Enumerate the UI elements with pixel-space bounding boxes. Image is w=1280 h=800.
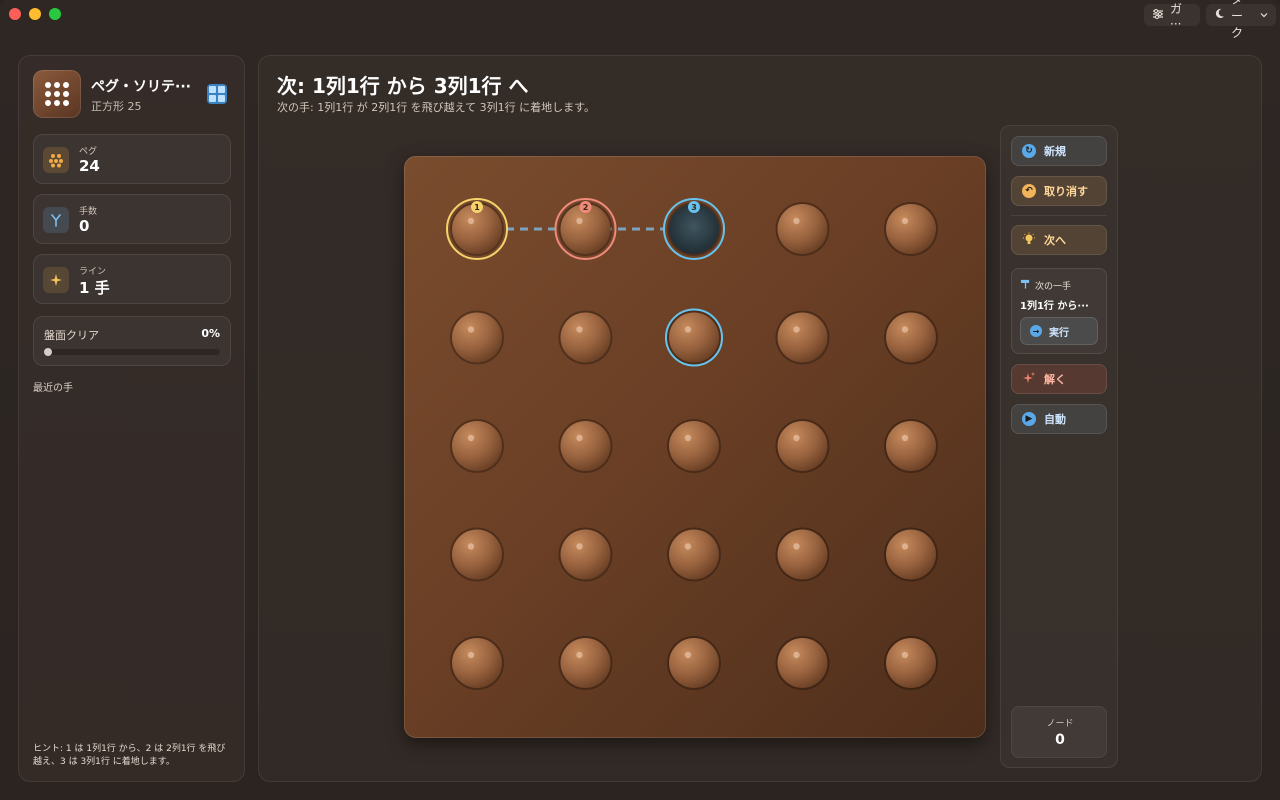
sidebar: ペグ・ソリテ··· 正方形 25 ペグ 24 手数 0 ライン 1 手 盤面クリ…: [18, 55, 245, 782]
controls-panel: ↻ 新規 ↶ 取り消す 次へ 次の一手 1列1行 から··· → 実行 解く ▶…: [1000, 125, 1118, 768]
display-settings-label: ガ···: [1170, 1, 1183, 31]
stat-card-line: ライン 1 手: [33, 254, 231, 304]
display-settings-button[interactable]: ガ···: [1144, 2, 1200, 31]
solve-button[interactable]: 解く: [1011, 364, 1107, 394]
play-icon: ▶: [1022, 412, 1036, 426]
main-panel: 次: 1列1行 から 3列1行 へ 次の手: 1列1行 が 2列1行 を飛び越え…: [258, 55, 1262, 782]
close-window-button[interactable]: [9, 8, 21, 20]
stat-card-pegs: ペグ 24: [33, 134, 231, 184]
maximize-window-button[interactable]: [49, 8, 61, 20]
peg[interactable]: [667, 310, 721, 365]
peg[interactable]: [884, 636, 938, 690]
undo-icon: ↶: [1022, 184, 1036, 198]
execute-label: 実行: [1049, 327, 1069, 339]
next-move-card-header: 次の一手: [1020, 278, 1071, 292]
hint-text: ヒント: 1 は 1列1行 から、2 は 2列1行 を飛び越え、3 は 3列1行…: [33, 744, 226, 767]
app-header: ペグ・ソリテ··· 正方形 25: [33, 70, 233, 118]
new-game-label: 新規: [1044, 145, 1066, 158]
peg[interactable]: [667, 636, 721, 690]
peg[interactable]: [450, 419, 504, 473]
peg[interactable]: [884, 202, 938, 256]
moon-icon: [1214, 8, 1225, 22]
peg[interactable]: [775, 310, 830, 365]
next-move-title: 次: 1列1行 から 3列1行 へ: [277, 74, 529, 98]
sparkle-icon: [43, 267, 69, 293]
stat-value-pegs: 24: [79, 157, 100, 175]
peg[interactable]: [450, 310, 504, 365]
node-label: ノード: [1046, 719, 1074, 729]
progress-track: [44, 348, 220, 356]
next-move-card: 次の一手 1列1行 から··· → 実行: [1011, 268, 1107, 354]
peg[interactable]: [775, 636, 830, 690]
progress-label: 盤面クリア: [44, 329, 99, 342]
progress-indicator: [44, 348, 52, 356]
next-move-card-title: 次の一手: [1035, 281, 1072, 292]
move-step-number: 1: [474, 203, 480, 212]
peg-grid-icon: [33, 70, 81, 118]
peg[interactable]: [775, 527, 830, 582]
peg[interactable]: [775, 419, 830, 473]
stat-label-moves: 手数: [79, 207, 98, 217]
auto-play-label: 自動: [1044, 413, 1066, 426]
refresh-icon: ↻: [1022, 144, 1036, 158]
board-clear-progress: 盤面クリア 0%: [33, 316, 231, 366]
stat-card-moves: 手数 0: [33, 194, 231, 244]
peg[interactable]: [884, 419, 938, 473]
auto-play-button[interactable]: ▶ 自動: [1011, 404, 1107, 434]
board-variant: 正方形 25: [91, 100, 142, 113]
sliders-icon: [1152, 8, 1164, 23]
stat-value-moves: 0: [79, 217, 90, 235]
new-game-button[interactable]: ↻ 新規: [1011, 136, 1107, 166]
peg[interactable]: [884, 310, 938, 365]
next-hint-button[interactable]: 次へ: [1011, 225, 1107, 255]
controls-divider: [1011, 215, 1107, 216]
next-hint-label: 次へ: [1044, 234, 1066, 247]
title-bar: ガ··· ダーク: [0, 0, 1280, 40]
sparkles-icon: [1022, 371, 1036, 388]
app-window: ガ··· ダーク ペグ・ソリテ··· 正方形 25: [0, 0, 1280, 800]
next-move-description: 次の手: 1列1行 が 2列1行 を飛び越えて 3列1行 に着地します。: [277, 101, 596, 114]
move-step-number: 2: [583, 203, 589, 212]
recent-moves-heading: 最近の手: [33, 383, 73, 394]
peg[interactable]: [667, 419, 721, 473]
peg[interactable]: [558, 527, 613, 582]
node-value: 0: [1055, 732, 1065, 748]
board-layout-button[interactable]: [207, 84, 227, 104]
stat-value-line: 1 手: [79, 279, 110, 297]
pegs-cluster-icon: [43, 147, 69, 173]
branch-icon: [43, 207, 69, 233]
minimize-window-button[interactable]: [29, 8, 41, 20]
undo-label: 取り消す: [1044, 185, 1088, 198]
peg[interactable]: [558, 310, 613, 365]
peg[interactable]: [667, 527, 721, 582]
progress-percent: 0%: [201, 327, 220, 340]
peg[interactable]: [775, 202, 830, 256]
chevron-down-icon: [1260, 8, 1268, 22]
theme-label: ダーク: [1231, 0, 1244, 40]
signpost-icon: [1020, 278, 1031, 292]
app-title: ペグ・ソリテ···: [91, 79, 191, 95]
stat-label-pegs: ペグ: [79, 147, 98, 157]
peg[interactable]: [558, 419, 613, 473]
node-counter: ノード 0: [1011, 706, 1107, 758]
peg[interactable]: [450, 636, 504, 690]
peg-board-canvas: 1 2 3: [446, 198, 938, 690]
peg[interactable]: [450, 527, 504, 582]
execute-move-button[interactable]: → 実行: [1020, 317, 1098, 345]
peg[interactable]: [558, 636, 613, 690]
peg[interactable]: [884, 527, 938, 582]
next-move-text: 1列1行 から···: [1020, 301, 1089, 312]
move-step-number: 3: [691, 203, 697, 212]
solve-label: 解く: [1044, 373, 1066, 386]
arrow-right-icon: →: [1030, 325, 1042, 337]
undo-button[interactable]: ↶ 取り消す: [1011, 176, 1107, 206]
theme-toggle-button[interactable]: ダーク: [1206, 0, 1276, 40]
stat-label-line: ライン: [79, 267, 107, 277]
peg-board: 1 2 3: [404, 156, 986, 738]
lightbulb-icon: [1022, 232, 1036, 249]
